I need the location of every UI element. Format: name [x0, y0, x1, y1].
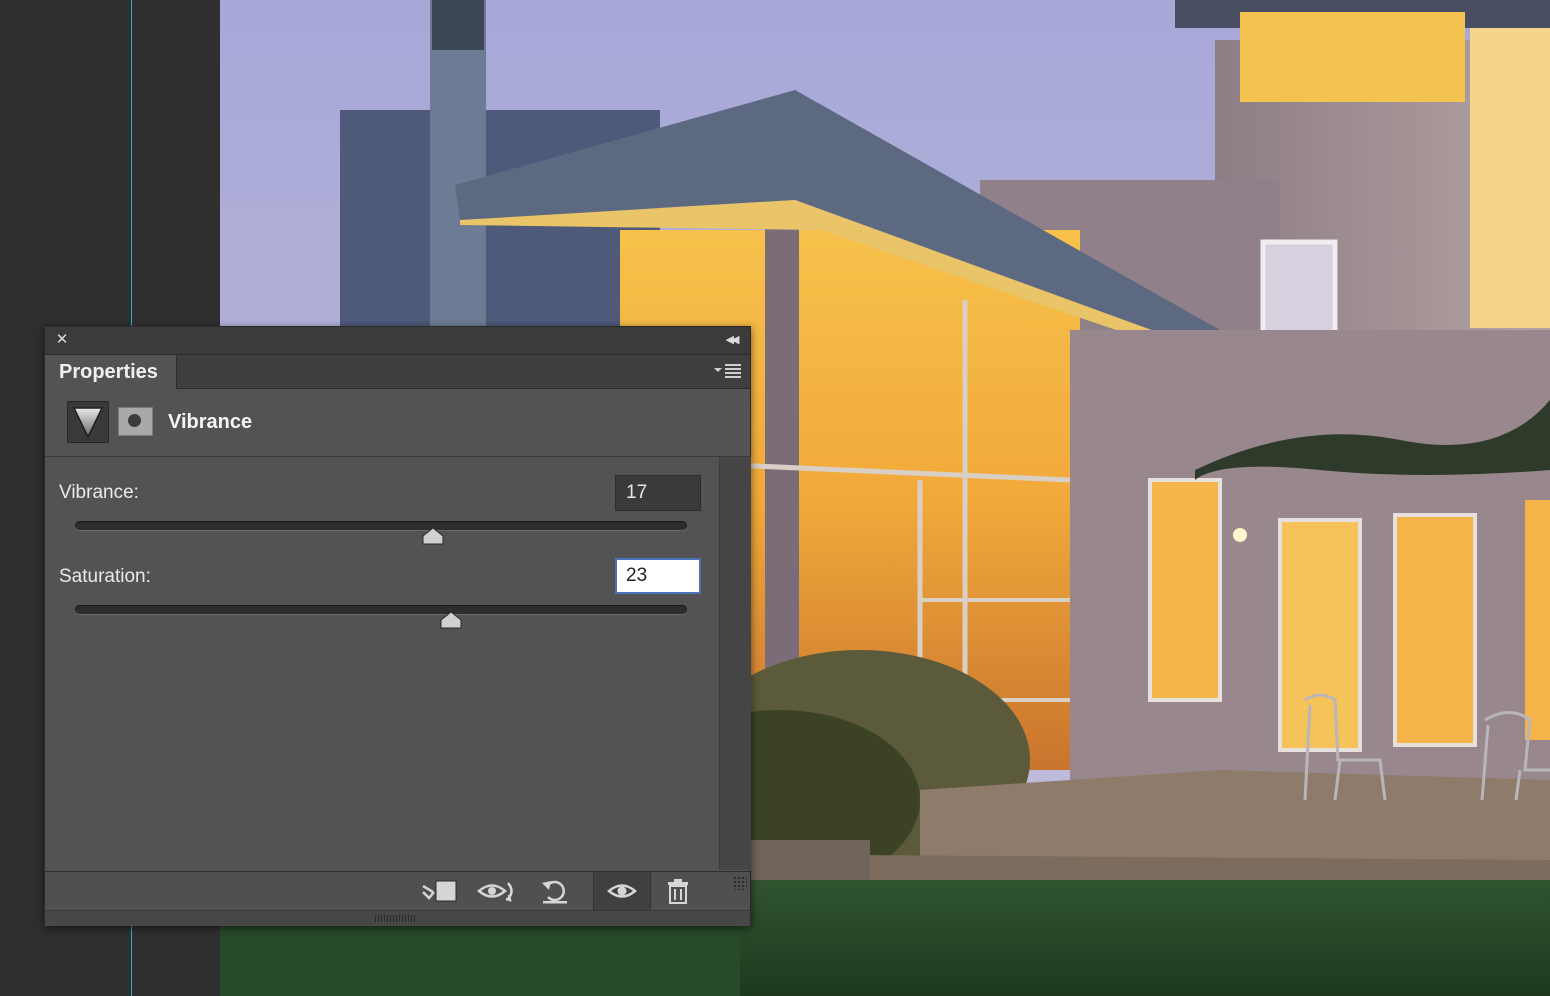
- clip-to-layer-button[interactable]: [411, 872, 467, 910]
- layer-mask-icon[interactable]: [118, 407, 153, 436]
- reset-icon: [542, 880, 567, 904]
- vibrance-label: Vibrance:: [59, 482, 139, 503]
- close-icon[interactable]: ✕: [54, 331, 70, 349]
- view-previous-state-button[interactable]: [469, 872, 525, 910]
- clip-to-layer-icon: [422, 880, 457, 902]
- vibrance-slider-track[interactable]: [75, 521, 687, 530]
- panel-tab-row: Properties: [45, 355, 750, 389]
- visibility-eye-icon: [607, 884, 637, 898]
- adjustment-title: Vibrance: [168, 411, 253, 433]
- adjustment-controls: Vibrance: 17 Saturation: 23: [45, 457, 718, 870]
- vibrance-slider-thumb[interactable]: [422, 527, 444, 545]
- saturation-label: Saturation:: [59, 566, 151, 587]
- panel-footer: [45, 871, 750, 910]
- panel-menu-icon[interactable]: [714, 362, 742, 380]
- delete-button[interactable]: [650, 872, 706, 910]
- panel-scrollbar[interactable]: [719, 457, 751, 870]
- trash-icon: [668, 879, 688, 904]
- saturation-slider-track[interactable]: [75, 605, 687, 614]
- vibrance-adjustment-icon[interactable]: [67, 401, 109, 443]
- view-previous-state-icon: [477, 882, 513, 902]
- panel-bottom-grip[interactable]: [45, 910, 750, 926]
- collapse-panel-icon[interactable]: ◀◀: [721, 331, 741, 349]
- panel-titlebar[interactable]: ✕ ◀◀: [45, 327, 750, 355]
- properties-panel: ✕ ◀◀ Properties Vibrance Vibrance: 17 Sa…: [44, 326, 751, 926]
- reset-button[interactable]: [527, 872, 583, 910]
- visibility-toggle-button[interactable]: [593, 872, 651, 910]
- adjustment-header: Vibrance: [45, 389, 750, 457]
- saturation-slider-thumb[interactable]: [440, 611, 462, 629]
- grip-lines: [375, 915, 415, 922]
- saturation-value-field[interactable]: 23: [615, 558, 701, 594]
- resize-grip[interactable]: [733, 876, 747, 890]
- tab-properties[interactable]: Properties: [45, 355, 177, 389]
- vibrance-value-field[interactable]: 17: [615, 475, 701, 511]
